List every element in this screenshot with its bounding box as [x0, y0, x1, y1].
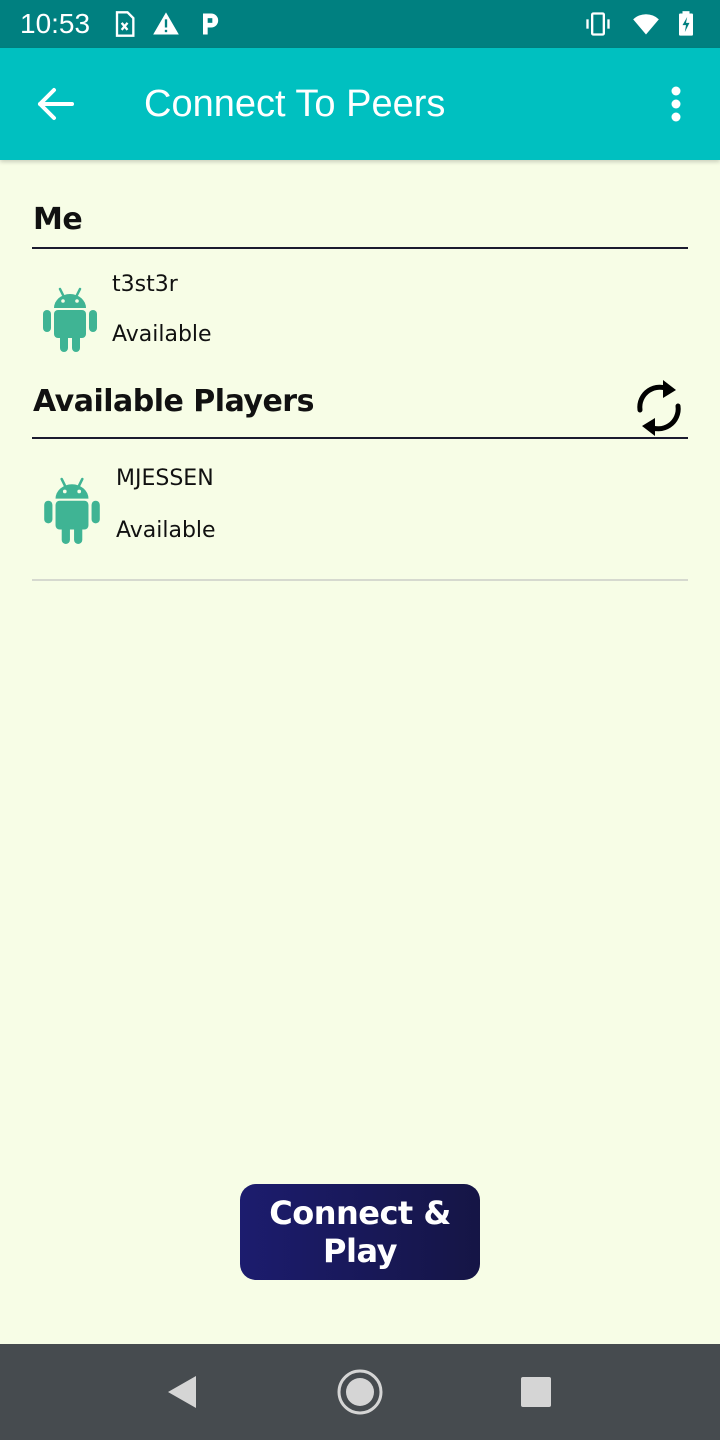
status-bar: 10:53 — [0, 0, 720, 48]
nav-back-icon[interactable] — [154, 1364, 210, 1420]
parking-icon — [203, 13, 219, 35]
player-status: Available — [116, 518, 216, 543]
arrow-back-icon[interactable] — [28, 80, 84, 128]
me-divider — [32, 247, 688, 249]
me-section-title: Me — [33, 202, 83, 237]
refresh-icon[interactable] — [630, 376, 688, 440]
vibrate-icon — [586, 12, 610, 36]
connect-and-play-button[interactable]: Connect & Play — [240, 1184, 480, 1280]
sim-card-icon — [115, 11, 135, 37]
me-device-status: Available — [112, 322, 212, 347]
players-divider — [32, 437, 688, 439]
status-time: 10:53 — [20, 8, 91, 39]
nav-recents-icon[interactable] — [508, 1364, 564, 1420]
battery-charging-icon — [679, 11, 693, 36]
wifi-icon — [633, 14, 659, 35]
player-name: MJESSEN — [116, 466, 214, 491]
warning-icon — [153, 12, 179, 35]
more-vertical-icon[interactable] — [652, 80, 700, 128]
app-bar: Connect To Peers — [0, 48, 720, 160]
nav-home-icon[interactable] — [332, 1364, 388, 1420]
page-title: Connect To Peers — [144, 83, 446, 125]
available-players-title: Available Players — [33, 384, 314, 419]
me-device-name: t3st3r — [112, 272, 178, 297]
list-divider — [32, 579, 688, 581]
android-icon — [43, 287, 97, 352]
android-icon — [44, 477, 100, 544]
navigation-bar — [0, 1344, 720, 1440]
